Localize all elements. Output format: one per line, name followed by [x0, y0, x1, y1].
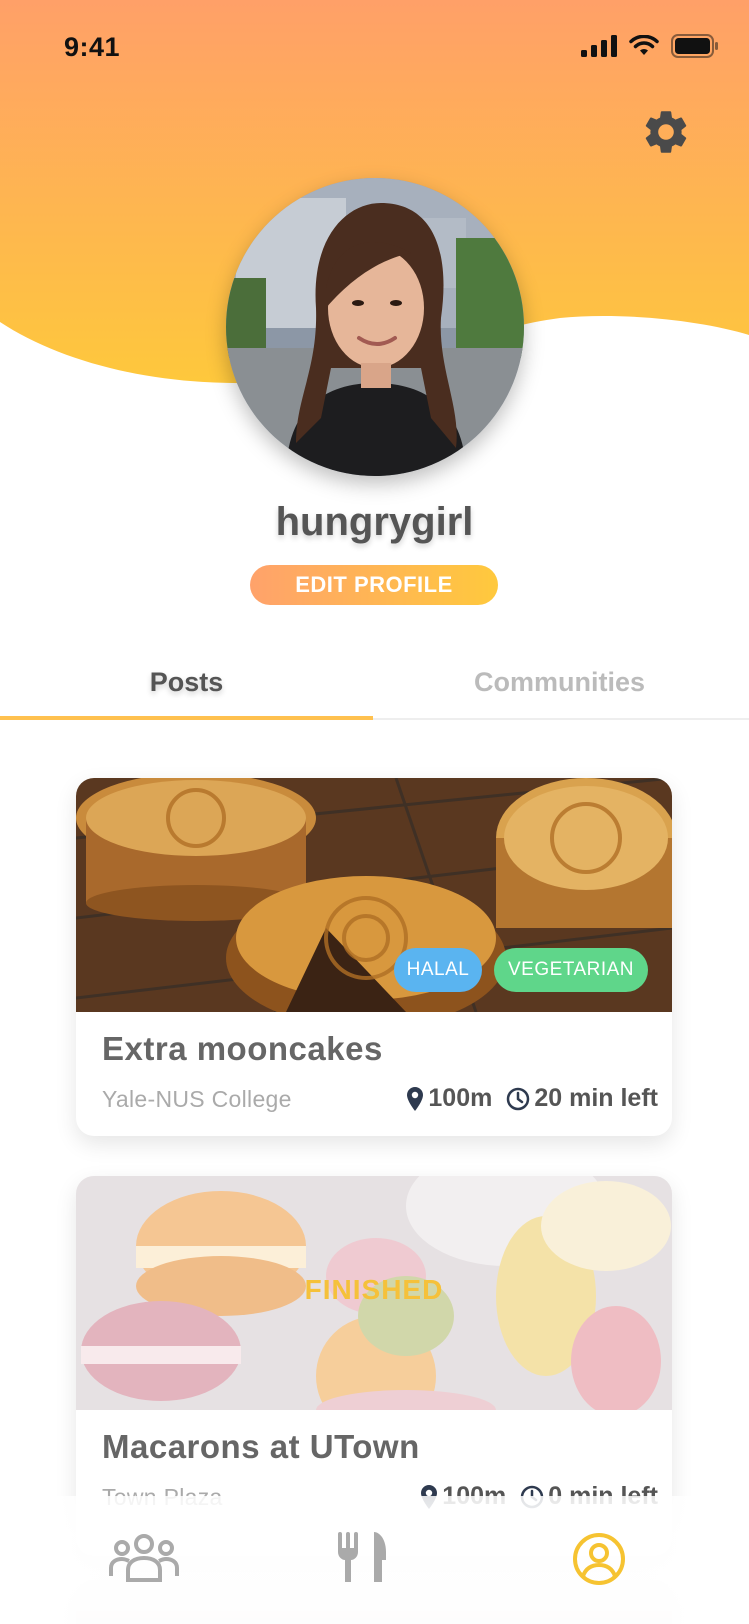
profile-tabs: Posts Communities — [0, 660, 749, 720]
status-icons — [581, 34, 719, 58]
post-meta: 100m 20 min left — [406, 1084, 658, 1113]
tab-posts[interactable]: Posts — [0, 660, 373, 720]
status-bar: 9:41 — [0, 0, 749, 100]
post-location: Yale-NUS College — [102, 1086, 292, 1112]
post-title: Extra mooncakes — [102, 1030, 383, 1067]
settings-button[interactable] — [640, 106, 692, 158]
clock-icon — [507, 1087, 530, 1110]
profile-avatar[interactable] — [226, 178, 524, 476]
post-card[interactable]: HALAL VEGETARIAN Extra mooncakes Yale-NU… — [76, 778, 672, 1136]
communities-icon — [109, 1534, 179, 1582]
tag-halal: HALAL — [394, 948, 482, 992]
post-time-left: 20 min left — [534, 1084, 658, 1112]
bottom-nav — [0, 1496, 749, 1624]
finished-status-label: FINISHED — [304, 1274, 444, 1305]
status-time: 9:41 — [64, 32, 121, 62]
nav-food[interactable] — [334, 1532, 414, 1592]
tab-active-indicator — [0, 716, 373, 720]
post-distance: 100m — [428, 1084, 493, 1112]
location-pin-icon — [407, 1086, 424, 1111]
username: hungrygirl — [275, 500, 474, 544]
profile-icon — [573, 1533, 625, 1585]
post-title: Macarons at UTown — [102, 1428, 420, 1465]
tab-communities[interactable]: Communities — [373, 660, 746, 720]
avatar-photo — [226, 178, 524, 476]
edit-profile-button[interactable]: EDIT PROFILE — [250, 565, 498, 605]
nav-profile[interactable] — [572, 1532, 652, 1592]
gear-icon — [645, 111, 687, 153]
utensils-icon — [338, 1532, 386, 1582]
wifi-icon — [629, 35, 659, 55]
cellular-signal-icon — [581, 35, 617, 57]
tag-vegetarian: VEGETARIAN — [494, 948, 648, 992]
battery-icon — [671, 34, 718, 58]
nav-communities[interactable] — [108, 1532, 188, 1592]
